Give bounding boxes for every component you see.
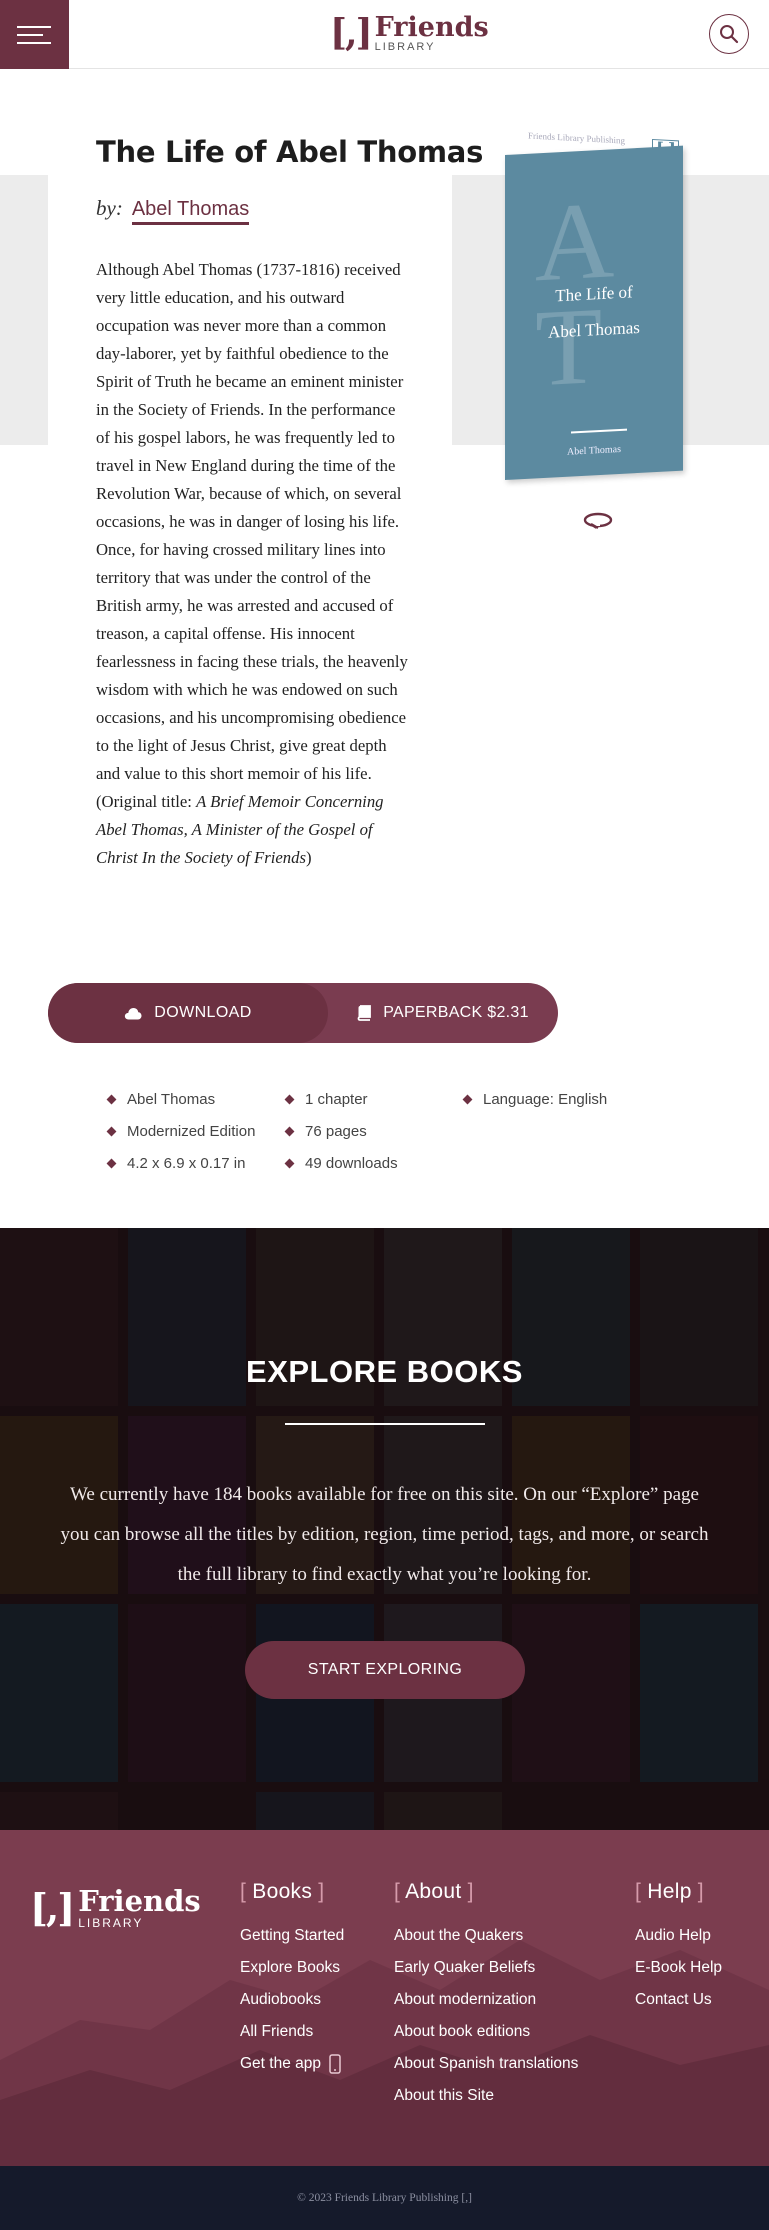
rotate-cover-icon[interactable] [582, 510, 616, 537]
footer-link-all-friends[interactable]: All Friends [240, 2016, 344, 2048]
book-title: The Life of Abel Thomas [96, 135, 484, 169]
footer-link-get-app[interactable]: Get the app [240, 2048, 344, 2080]
cover-title: The Life of Abel Thomas [505, 272, 683, 353]
diamond-icon [462, 1094, 473, 1104]
original-suffix: ) [305, 848, 312, 867]
footer-link-audio-help[interactable]: Audio Help [635, 1920, 722, 1952]
site-footer: [,] Friends LIBRARY [ Books ] Getting St… [0, 1830, 769, 2166]
footer-link-spanish[interactable]: About Spanish translations [394, 2048, 578, 2080]
download-button[interactable]: DOWNLOAD [48, 983, 328, 1043]
start-exploring-button[interactable]: START EXPLORING [245, 1641, 525, 1699]
diamond-icon [284, 1158, 295, 1168]
footer-link-ebook-help[interactable]: E-Book Help [635, 1952, 722, 1984]
download-label: DOWNLOAD [154, 1004, 252, 1021]
diamond-icon [284, 1126, 295, 1136]
paperback-label: PAPERBACK $2.31 [383, 1004, 529, 1021]
phone-icon [329, 2054, 341, 2074]
meta-text: 4.2 x 6.9 x 0.17 in [127, 1154, 246, 1172]
footer-heading-help: [ Help ] [635, 1880, 704, 1903]
footer-link-contact[interactable]: Contact Us [635, 1984, 722, 2016]
footer-logo-bracket: [,] [30, 1885, 75, 1930]
diamond-icon [106, 1158, 117, 1168]
meta-text: Modernized Edition [127, 1122, 256, 1140]
footer-col-help: [ Help ] Audio Help E-Book Help Contact … [635, 1880, 722, 2016]
book-cover-3d: Friends Library Publishing [,] A T The L… [505, 128, 685, 538]
cover-divider [571, 428, 627, 434]
meta-empty [464, 1120, 664, 1142]
meta-text: 49 downloads [305, 1154, 398, 1172]
cover-author: Abel Thomas [567, 443, 621, 458]
logo-bracket: [,] [330, 12, 373, 54]
meta-author: Abel Thomas [106, 1088, 286, 1110]
meta-chapters: 1 chapter [284, 1088, 464, 1110]
footer-heading-about: [ About ] [394, 1880, 474, 1903]
original-prefix: (Original title: [96, 792, 197, 811]
footer-link-getting-started[interactable]: Getting Started [240, 1920, 344, 1952]
menu-button[interactable] [0, 0, 69, 69]
footer-link-label: Get the app [240, 2055, 322, 2072]
logo-name: Friends [374, 11, 489, 43]
footer-link-book-editions[interactable]: About book editions [394, 2016, 578, 2048]
footer-link-explore-books[interactable]: Explore Books [240, 1952, 344, 1984]
search-icon [720, 25, 739, 44]
footer-logo-name: Friends [78, 1883, 201, 1918]
diamond-icon [106, 1094, 117, 1104]
by-label: by: [96, 196, 123, 220]
book-meta-list: Abel Thomas 1 chapter Language: English … [106, 1088, 668, 1174]
meta-text: 76 pages [305, 1122, 367, 1140]
explore-divider [285, 1423, 485, 1425]
site-header: [,] Friends LIBRARY [0, 0, 769, 69]
meta-edition: Modernized Edition [106, 1120, 286, 1142]
footer-logo[interactable]: [,] Friends LIBRARY [30, 1885, 201, 1930]
hamburger-icon [17, 25, 51, 28]
footer-link-about-site[interactable]: About this Site [394, 2080, 578, 2112]
description-text: Although Abel Thomas (1737-1816) receive… [96, 260, 408, 783]
footer-col-about: [ About ] About the Quakers Early Quaker… [394, 1880, 578, 2112]
meta-text: Language: English [483, 1090, 608, 1108]
hamburger-line [17, 41, 51, 44]
book-actions: DOWNLOAD PAPERBACK $2.31 [48, 983, 558, 1043]
paperback-button[interactable]: PAPERBACK $2.31 [328, 983, 558, 1043]
cloud-icon [125, 1007, 142, 1019]
footer-logo-sub: LIBRARY [78, 1915, 144, 1930]
footer-col-books: [ Books ] Getting Started Explore Books … [240, 1880, 344, 2080]
explore-title: EXPLORE BOOKS [246, 1354, 523, 1389]
footer-link-about-quakers[interactable]: About the Quakers [394, 1920, 578, 1952]
site-logo[interactable]: [,] Friends LIBRARY [330, 12, 489, 54]
diamond-icon [106, 1126, 117, 1136]
footer-link-quaker-beliefs[interactable]: Early Quaker Beliefs [394, 1952, 578, 1984]
meta-text: Abel Thomas [127, 1090, 216, 1108]
diamond-icon [284, 1094, 295, 1104]
search-button[interactable] [709, 14, 749, 54]
author-link[interactable]: Abel Thomas [131, 198, 250, 225]
logo-sub: LIBRARY [374, 40, 436, 53]
copyright-bar: © 2023 Friends Library Publishing [,] [0, 2166, 769, 2230]
byline: by: Abel Thomas [96, 196, 250, 225]
footer-heading-books: [ Books ] [240, 1880, 325, 1903]
meta-pages: 76 pages [284, 1120, 464, 1142]
book-icon [357, 1005, 372, 1021]
cover-publisher: Friends Library Publishing [528, 130, 625, 146]
meta-language: Language: English [462, 1088, 664, 1110]
meta-dimensions: 4.2 x 6.9 x 0.17 in [106, 1152, 286, 1174]
book-cover: A T The Life of Abel Thomas Abel Thomas [505, 145, 683, 480]
meta-downloads: 49 downloads [284, 1152, 464, 1174]
hamburger-line [17, 33, 43, 36]
explore-text: We currently have 184 books available fo… [60, 1484, 709, 1585]
footer-link-modernization[interactable]: About modernization [394, 1984, 578, 2016]
book-description: Although Abel Thomas (1737-1816) receive… [96, 256, 408, 872]
footer-link-audiobooks[interactable]: Audiobooks [240, 1984, 344, 2016]
explore-section: EXPLORE BOOKS We currently have 184 book… [0, 1228, 769, 1830]
meta-text: 1 chapter [305, 1090, 368, 1108]
